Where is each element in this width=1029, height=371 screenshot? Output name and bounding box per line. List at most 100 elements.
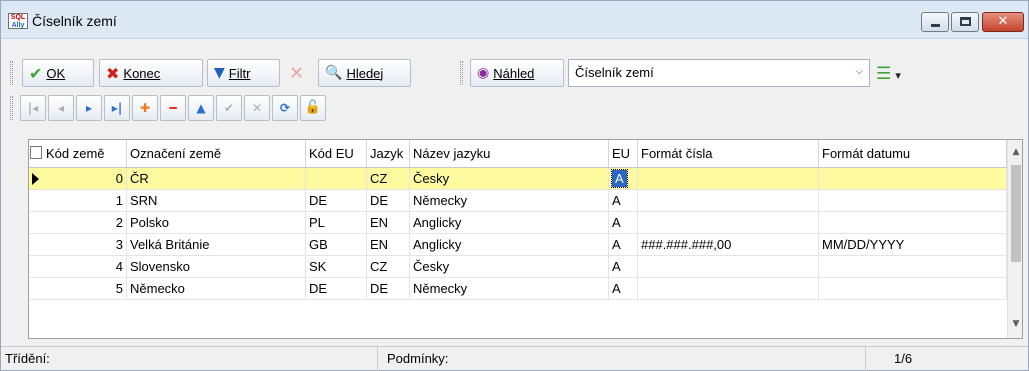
- column-header[interactable]: Jazyk: [367, 140, 410, 167]
- cell-language[interactable]: EN: [367, 234, 410, 255]
- cell-country-name[interactable]: SRN: [127, 190, 306, 211]
- cell-language-name[interactable]: Česky: [410, 256, 609, 277]
- column-header[interactable]: Formát datumu: [819, 140, 1007, 167]
- clear-filter-button[interactable]: ✕: [283, 59, 314, 87]
- cell-eu-flag[interactable]: A: [609, 190, 638, 211]
- cell-eu-code[interactable]: [306, 168, 367, 189]
- column-header[interactable]: Označení země: [127, 140, 306, 167]
- nav-toolbar-grip[interactable]: [10, 96, 13, 120]
- header-select-all[interactable]: [29, 140, 42, 167]
- checkbox-icon[interactable]: [30, 146, 42, 159]
- title-bar[interactable]: SQL Ally Číselník zemí ✕: [1, 1, 1028, 39]
- close-button[interactable]: ✕: [982, 12, 1024, 32]
- cancel-edit-button[interactable]: ✕: [244, 95, 270, 121]
- cell-eu-code[interactable]: PL: [306, 212, 367, 233]
- cell-number-format[interactable]: ###.###.###,00: [638, 234, 819, 255]
- cell-eu-flag[interactable]: A: [609, 278, 638, 299]
- maximize-button[interactable]: [951, 12, 979, 32]
- cell-number-format[interactable]: [638, 190, 819, 211]
- row-indicator[interactable]: [29, 190, 41, 211]
- cell-number-format[interactable]: [638, 212, 819, 233]
- cell-number-format[interactable]: [638, 168, 819, 189]
- row-indicator[interactable]: [29, 168, 41, 189]
- cell-country-name[interactable]: Slovensko: [127, 256, 306, 277]
- list-menu-button[interactable]: ☰ ▾: [876, 64, 908, 84]
- cell-language-name[interactable]: Česky: [410, 168, 609, 189]
- column-header[interactable]: Kód EU: [306, 140, 367, 167]
- table-row[interactable]: 2 Polsko PL EN Anglicky A: [29, 212, 1007, 234]
- table-row[interactable]: 0 ČR CZ Česky A: [29, 168, 1007, 190]
- scroll-up-icon[interactable]: ▲: [1008, 144, 1022, 161]
- scroll-down-icon[interactable]: ▼: [1008, 316, 1022, 333]
- scroll-thumb[interactable]: [1011, 165, 1021, 262]
- cell-country-name[interactable]: ČR: [127, 168, 306, 189]
- column-header[interactable]: Kód země: [43, 140, 127, 167]
- cell-eu-code[interactable]: DE: [306, 190, 367, 211]
- cell-date-format[interactable]: [819, 278, 1007, 299]
- toolbar-grip[interactable]: [10, 61, 13, 85]
- toolbar-grip-2[interactable]: [460, 61, 463, 85]
- cell-eu-code[interactable]: DE: [306, 278, 367, 299]
- view-select[interactable]: Číselník zemí ⌵: [568, 59, 870, 87]
- cell-eu-flag[interactable]: A: [609, 168, 638, 189]
- minimize-button[interactable]: [921, 12, 949, 32]
- lock-button[interactable]: 🔓: [300, 95, 326, 121]
- cell-number-format[interactable]: [638, 278, 819, 299]
- table-row[interactable]: 5 Německo DE DE Německy A: [29, 278, 1007, 300]
- cell-date-format[interactable]: MM/DD/YYYY: [819, 234, 1007, 255]
- cell-country-code[interactable]: 3: [43, 234, 127, 255]
- cell-date-format[interactable]: [819, 190, 1007, 211]
- table-row[interactable]: 3 Velká Británie GB EN Anglicky A ###.###.###,…: [29, 234, 1007, 256]
- prev-record-button[interactable]: ◂: [48, 95, 74, 121]
- cell-language[interactable]: CZ: [367, 256, 410, 277]
- cell-language-name[interactable]: Německy: [410, 278, 609, 299]
- cell-eu-code[interactable]: SK: [306, 256, 367, 277]
- cell-country-name[interactable]: Německo: [127, 278, 306, 299]
- cell-language[interactable]: DE: [367, 190, 410, 211]
- cell-country-code[interactable]: 4: [43, 256, 127, 277]
- delete-record-button[interactable]: ━: [160, 95, 186, 121]
- add-record-button[interactable]: ✚: [132, 95, 158, 121]
- cell-date-format[interactable]: [819, 168, 1007, 189]
- post-record-button[interactable]: ✔: [216, 95, 242, 121]
- column-header[interactable]: Formát čísla: [638, 140, 819, 167]
- column-header[interactable]: Název jazyku: [410, 140, 609, 167]
- edit-record-button[interactable]: ▲: [188, 95, 214, 121]
- vertical-scrollbar[interactable]: ▲ ▼: [1007, 140, 1022, 338]
- cell-country-code[interactable]: 0: [43, 168, 127, 189]
- cell-date-format[interactable]: [819, 212, 1007, 233]
- row-indicator[interactable]: [29, 212, 41, 233]
- next-record-button[interactable]: ▸: [76, 95, 102, 121]
- cell-language[interactable]: CZ: [367, 168, 410, 189]
- first-record-button[interactable]: |◂: [20, 95, 46, 121]
- table-row[interactable]: 1 SRN DE DE Německy A: [29, 190, 1007, 212]
- search-button[interactable]: 🔍 Hledej: [318, 59, 411, 87]
- refresh-button[interactable]: ⟳: [272, 95, 298, 121]
- cell-language[interactable]: DE: [367, 278, 410, 299]
- cell-eu-flag[interactable]: A: [609, 212, 638, 233]
- cell-country-code[interactable]: 2: [43, 212, 127, 233]
- cell-country-name[interactable]: Velká Británie: [127, 234, 306, 255]
- cell-language-name[interactable]: Anglicky: [410, 234, 609, 255]
- ok-button[interactable]: ✔ OK: [22, 59, 94, 87]
- cell-eu-flag[interactable]: A: [609, 234, 638, 255]
- filter-button[interactable]: ▼ Filtr: [207, 59, 280, 87]
- cell-country-code[interactable]: 5: [43, 278, 127, 299]
- cell-language-name[interactable]: Německy: [410, 190, 609, 211]
- cell-eu-flag[interactable]: A: [609, 256, 638, 277]
- cell-country-name[interactable]: Polsko: [127, 212, 306, 233]
- row-indicator[interactable]: [29, 234, 41, 255]
- cell-language-name[interactable]: Anglicky: [410, 212, 609, 233]
- countries-grid[interactable]: Kód země Označení země Kód EU Jazyk Náze…: [28, 139, 1023, 339]
- row-indicator[interactable]: [29, 278, 41, 299]
- column-header[interactable]: EU: [609, 140, 638, 167]
- table-row[interactable]: 4 Slovensko SK CZ Česky A: [29, 256, 1007, 278]
- row-indicator[interactable]: [29, 256, 41, 277]
- cell-country-code[interactable]: 1: [43, 190, 127, 211]
- cell-date-format[interactable]: [819, 256, 1007, 277]
- focused-cell-value[interactable]: A: [611, 169, 628, 188]
- konec-button[interactable]: ✖ Konec: [99, 59, 203, 87]
- last-record-button[interactable]: ▸|: [104, 95, 130, 121]
- cell-eu-code[interactable]: GB: [306, 234, 367, 255]
- preview-button[interactable]: ◉ Náhled: [470, 59, 564, 87]
